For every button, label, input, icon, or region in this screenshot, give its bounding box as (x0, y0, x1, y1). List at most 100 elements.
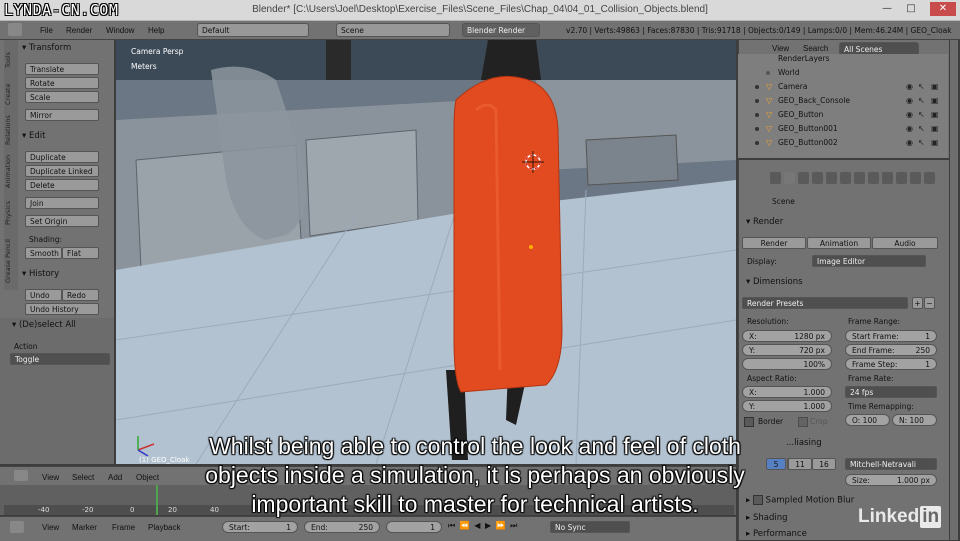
aa-filter-select[interactable]: Mitchell-Netravali (845, 458, 937, 470)
outliner-row-geo-button002[interactable]: ▽ GEO_Button002 ◉ ↖ ▣ (742, 136, 942, 150)
sync-select[interactable]: No Sync (550, 521, 630, 533)
join-button[interactable]: Join (25, 197, 99, 209)
timeline-footer-menu-frame[interactable]: Frame (112, 523, 135, 532)
timeline-menu-add[interactable]: Add (108, 473, 122, 482)
properties-scrollbar[interactable] (950, 40, 958, 540)
timeline-footer-menu-marker[interactable]: Marker (72, 523, 97, 532)
modifiers-tab-icon[interactable] (854, 172, 865, 184)
texture-tab-icon[interactable] (896, 172, 907, 184)
selectable-icon[interactable]: ↖ (918, 80, 925, 94)
duplicate-linked-button[interactable]: Duplicate Linked (25, 165, 99, 177)
audio-button[interactable]: Audio (872, 237, 938, 249)
crop-checkbox[interactable] (798, 417, 808, 427)
menu-file[interactable]: File (40, 26, 53, 35)
renderable-icon[interactable]: ▣ (931, 122, 939, 136)
tab-relations[interactable]: Relations (4, 112, 18, 148)
end-frame-timeline-field[interactable]: End: 250 (304, 521, 380, 533)
particles-tab-icon[interactable] (910, 172, 921, 184)
menu-help[interactable]: Help (148, 26, 164, 35)
visibility-icon[interactable]: ◉ (906, 108, 913, 122)
physics-tab-icon[interactable] (924, 172, 935, 184)
tab-physics[interactable]: Physics (4, 196, 18, 230)
time-remap-old-field[interactable]: O: 100 (845, 414, 890, 426)
start-frame-timeline-field[interactable]: Start: 1 (222, 521, 298, 533)
aspect-y-field[interactable]: Y: 1.000 (742, 400, 832, 412)
renderable-icon[interactable]: ▣ (931, 136, 939, 150)
aspect-x-field[interactable]: X: 1.000 (742, 386, 832, 398)
flat-button[interactable]: Flat (62, 247, 99, 259)
renderable-icon[interactable]: ▣ (931, 94, 939, 108)
render-tab-icon[interactable] (770, 172, 781, 184)
tab-tools[interactable]: Tools (4, 44, 18, 76)
renderable-icon[interactable]: ▣ (931, 108, 939, 122)
remove-preset-button[interactable]: − (924, 297, 935, 309)
resolution-y-field[interactable]: Y: 720 px (742, 344, 832, 356)
tab-grease-pencil[interactable]: Grease Pencil (4, 234, 18, 288)
menu-render[interactable]: Render (66, 26, 92, 35)
undo-history-button[interactable]: Undo History (25, 303, 99, 315)
scene-select[interactable]: Scene (336, 23, 450, 37)
start-frame-field[interactable]: Start Frame: 1 (845, 330, 937, 342)
layout-select[interactable]: Default (197, 23, 309, 37)
playback-controls[interactable]: ⏮ ⏪ ◀ ▶ ⏩ ⏭ (448, 521, 544, 533)
visibility-icon[interactable]: ◉ (906, 136, 913, 150)
minimize-button[interactable]: — (878, 2, 896, 16)
display-select[interactable]: Image Editor (812, 255, 926, 267)
render-panel-header[interactable]: ▾ Render (746, 217, 783, 227)
timeline-footer-editor-icon[interactable] (10, 521, 24, 533)
scene-tab-icon[interactable] (798, 172, 809, 184)
material-tab-icon[interactable] (882, 172, 893, 184)
selectable-icon[interactable]: ↖ (918, 136, 925, 150)
redo-button[interactable]: Redo (62, 289, 99, 301)
timeline-footer-menu-playback[interactable]: Playback (148, 523, 180, 532)
border-checkbox[interactable] (744, 417, 754, 427)
current-frame-field[interactable]: 1 (386, 521, 442, 533)
timeline-editor-type-icon[interactable] (14, 470, 28, 481)
smooth-button[interactable]: Smooth (25, 247, 62, 259)
resolution-x-field[interactable]: X: 1280 px (742, 330, 832, 342)
action-select[interactable]: Toggle (10, 353, 110, 365)
duplicate-button[interactable]: Duplicate (25, 151, 99, 163)
visibility-icon[interactable]: ◉ (906, 80, 913, 94)
add-preset-button[interactable]: + (912, 297, 923, 309)
resolution-percent-field[interactable]: 100% (742, 358, 832, 370)
outliner-row-geo-back-console[interactable]: ▽ GEO_Back_Console ◉ ↖ ▣ (742, 94, 942, 108)
visibility-icon[interactable]: ◉ (906, 94, 913, 108)
maximize-button[interactable]: □ (902, 2, 920, 16)
transform-panel-header[interactable]: ▾ Transform (22, 43, 71, 53)
selectable-icon[interactable]: ↖ (918, 122, 925, 136)
operator-panel-header[interactable]: ▾ (De)select All (12, 320, 76, 330)
outliner-row-world[interactable]: World (742, 66, 942, 80)
tab-animation[interactable]: Animation (4, 150, 18, 192)
editor-type-icon[interactable] (8, 23, 22, 36)
menu-window[interactable]: Window (106, 26, 134, 35)
3d-viewport[interactable] (116, 40, 736, 464)
outliner-row-camera[interactable]: ▽ Camera ◉ ↖ ▣ (742, 80, 942, 94)
timeline-footer-menu-view[interactable]: View (42, 523, 59, 532)
selectable-icon[interactable]: ↖ (918, 108, 925, 122)
translate-button[interactable]: Translate (25, 63, 99, 75)
visibility-icon[interactable]: ◉ (906, 122, 913, 136)
renderable-icon[interactable]: ▣ (931, 80, 939, 94)
performance-panel-header[interactable]: ▸ Performance (746, 529, 807, 539)
set-origin-menu[interactable]: Set Origin (25, 215, 99, 227)
selectable-icon[interactable]: ↖ (918, 94, 925, 108)
render-button[interactable]: Render (742, 237, 806, 249)
dimensions-panel-header[interactable]: ▾ Dimensions (746, 277, 803, 287)
frame-step-field[interactable]: Frame Step: 1 (845, 358, 937, 370)
aa-size-field[interactable]: Size: 1.000 px (845, 474, 937, 486)
close-button[interactable]: ✕ (930, 2, 956, 16)
frame-rate-select[interactable]: 24 fps (845, 386, 937, 398)
outliner-row-renderlayers[interactable]: RenderLayers (742, 52, 942, 66)
time-remap-new-field[interactable]: N: 100 (892, 414, 937, 426)
history-panel-header[interactable]: ▾ History (22, 269, 59, 279)
end-frame-field[interactable]: End Frame: 250 (845, 344, 937, 356)
scale-button[interactable]: Scale (25, 91, 99, 103)
timeline-menu-view[interactable]: View (42, 473, 59, 482)
render-presets-select[interactable]: Render Presets (742, 297, 908, 309)
object-tab-icon[interactable] (826, 172, 837, 184)
engine-select[interactable]: Blender Render (462, 23, 540, 37)
mirror-button[interactable]: Mirror (25, 109, 99, 121)
edit-panel-header[interactable]: ▾ Edit (22, 131, 45, 141)
world-tab-icon[interactable] (812, 172, 823, 184)
